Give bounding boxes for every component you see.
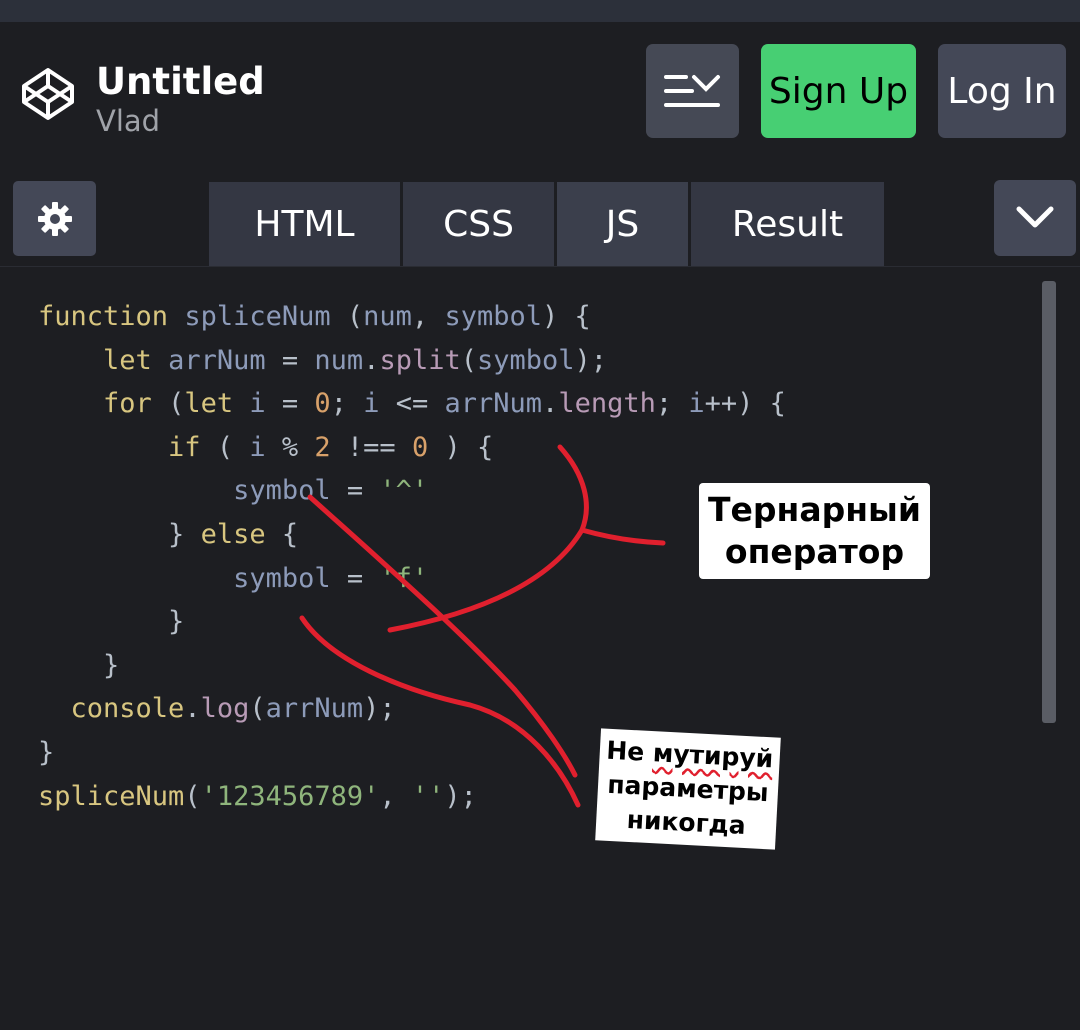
code-line[interactable]: if ( i % 2 !== 0 ) { — [38, 432, 493, 463]
code-line[interactable]: console.log(arrNum); — [38, 693, 396, 724]
code-line[interactable]: function spliceNum (num, symbol) { — [38, 301, 591, 332]
pen-author[interactable]: Vlad — [96, 104, 160, 138]
code-line[interactable]: spliceNum('123456789', ''); — [38, 781, 477, 812]
editor-scrollbar[interactable] — [1042, 281, 1056, 723]
annotation-ternary-operator: Тернарный оператор — [699, 483, 930, 579]
code-line[interactable]: let arrNum = num.split(symbol); — [38, 345, 607, 376]
layout-toggle-button[interactable] — [646, 44, 739, 138]
annotation-word-underlined: мутируй — [652, 738, 774, 774]
js-code-editor[interactable]: function spliceNum (num, symbol) { let a… — [0, 267, 1080, 1030]
top-strip — [0, 0, 1080, 22]
pen-header: Untitled Vlad Sign Up Log In — [0, 22, 1080, 162]
settings-button[interactable] — [13, 181, 96, 256]
pen-title[interactable]: Untitled — [96, 60, 265, 103]
code-line[interactable]: } else { — [38, 519, 298, 550]
code-line[interactable]: for (let i = 0; i <= arrNum.length; i++)… — [38, 388, 786, 419]
editor-tab-bar: HTML CSS JS Result — [0, 162, 1080, 267]
tab-result[interactable]: Result — [691, 182, 884, 266]
annotation-word: Не — [605, 735, 645, 767]
sign-up-button[interactable]: Sign Up — [761, 44, 916, 138]
gear-icon — [37, 201, 72, 236]
annotation-line: Тернарный — [708, 490, 921, 529]
chevron-down-icon — [1016, 206, 1054, 228]
annotation-do-not-mutate: Не мутируй параметры никогда — [595, 728, 781, 850]
code-line[interactable]: symbol = '^' — [38, 475, 428, 506]
tab-html[interactable]: HTML — [209, 182, 400, 266]
annotation-line: оператор — [724, 532, 905, 571]
code-line[interactable]: symbol = 'f' — [38, 563, 428, 594]
code-line[interactable]: } — [38, 650, 119, 681]
tab-css[interactable]: CSS — [403, 182, 554, 266]
code-line[interactable]: } — [38, 737, 54, 768]
code-line[interactable]: } — [38, 606, 184, 637]
tab-js[interactable]: JS — [557, 182, 688, 266]
collapse-button[interactable] — [994, 180, 1076, 256]
log-in-button[interactable]: Log In — [938, 44, 1066, 138]
layout-toggle-icon — [663, 75, 720, 107]
codepen-logo-icon[interactable] — [20, 66, 76, 122]
